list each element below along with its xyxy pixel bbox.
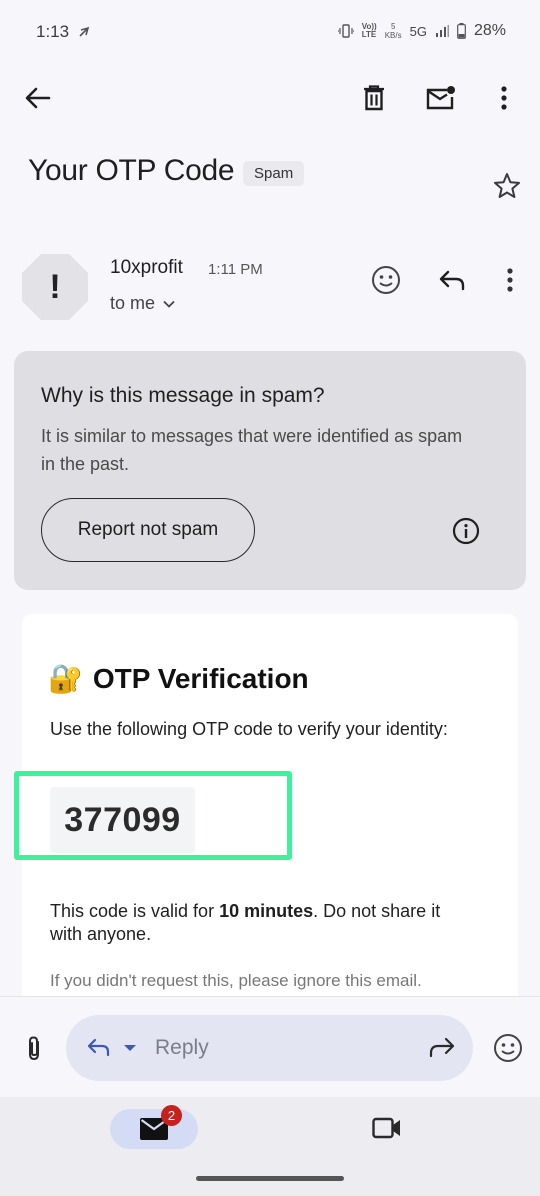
lock-key-icon: 🔐	[48, 663, 83, 694]
spam-label-badge[interactable]: Spam	[243, 161, 305, 186]
spam-warning-description: It is similar to messages that were iden…	[41, 426, 463, 474]
more-options-button[interactable]	[482, 76, 526, 120]
sender-name: 10xprofit	[110, 257, 183, 278]
status-indicators: Vo)) LTE 5 KB/s 5G 28%	[337, 22, 506, 40]
reply-button[interactable]	[430, 258, 474, 302]
email-time: 1:11 PM	[208, 261, 263, 278]
more-vert-icon	[507, 268, 513, 292]
back-button[interactable]	[16, 76, 60, 120]
video-camera-icon	[372, 1117, 400, 1139]
recipient-label: to me	[110, 293, 156, 313]
more-vert-icon	[501, 86, 507, 110]
signal-icon	[435, 24, 449, 38]
nav-meet-tab[interactable]	[372, 1117, 402, 1139]
back-arrow-icon	[25, 87, 51, 109]
battery-percent: 28%	[473, 22, 506, 39]
mail-badge-count: 2	[161, 1105, 182, 1126]
nav-mail-tab[interactable]	[110, 1109, 198, 1149]
otp-heading: 🔐 OTP Verification	[48, 662, 309, 695]
warning-icon: !	[49, 267, 61, 306]
volte-indicator: Vo)) LTE	[361, 22, 377, 39]
delete-button[interactable]	[352, 76, 396, 120]
vibrate-icon	[337, 24, 354, 38]
info-icon	[452, 517, 480, 545]
network-speed: 5 KB/s	[384, 22, 402, 40]
forward-icon	[429, 1037, 455, 1058]
reply-icon	[439, 270, 465, 291]
chevron-down-icon	[163, 300, 175, 308]
otp-instructions: Use the following OTP code to verify you…	[50, 719, 448, 739]
sender-avatar[interactable]: !	[22, 254, 88, 320]
attach-button[interactable]	[12, 1026, 56, 1070]
report-not-spam-button[interactable]: Report not spam	[41, 498, 255, 562]
otp-highlight-box	[14, 771, 292, 860]
network-type: 5G	[409, 23, 427, 39]
bottom-navigation	[0, 1097, 540, 1196]
email-subject: Your OTP Code	[28, 154, 235, 187]
reply-placeholder: Reply	[155, 1036, 209, 1059]
forward-button[interactable]	[428, 1036, 456, 1058]
spam-info-button[interactable]	[446, 511, 486, 551]
spam-warning-title: Why is this message in spam?	[41, 384, 325, 407]
message-more-button[interactable]	[488, 258, 532, 302]
nav-arrow-icon	[78, 26, 90, 38]
paperclip-icon	[29, 1036, 39, 1061]
validity-note: This code is valid for 10 minutes. Do no…	[50, 901, 441, 944]
status-time: 1:13	[36, 22, 70, 41]
mark-unread-button[interactable]	[419, 76, 463, 120]
emoji-icon	[372, 266, 400, 294]
reply-mode-dropdown[interactable]	[86, 1036, 142, 1060]
battery-icon	[457, 23, 466, 39]
otp-heading-text: OTP Verification	[92, 662, 309, 694]
star-button[interactable]	[485, 163, 529, 207]
trash-icon	[364, 85, 384, 111]
ignore-note: If you didn't request this, please ignor…	[50, 971, 422, 990]
recipient-details-toggle[interactable]: to me	[110, 293, 175, 314]
emoji-icon	[494, 1034, 522, 1062]
star-icon	[494, 172, 520, 198]
reply-emoji-button[interactable]	[486, 1026, 530, 1070]
emoji-reaction-button[interactable]	[364, 258, 408, 302]
mail-unread-icon	[426, 86, 455, 110]
gesture-navigation-bar[interactable]	[196, 1176, 344, 1181]
